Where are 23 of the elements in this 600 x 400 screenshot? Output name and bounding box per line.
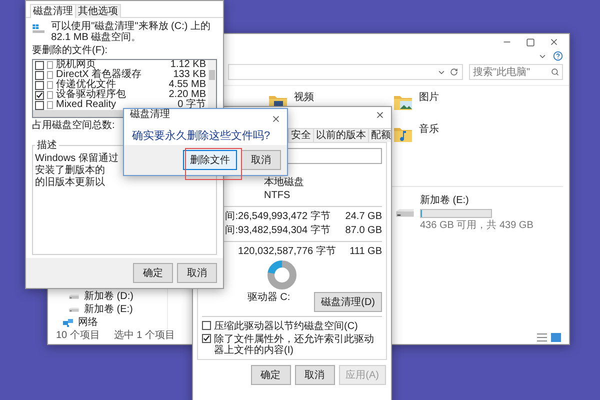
dialog-title: 磁盘清理 <box>130 109 170 121</box>
files-label: 要删除的文件(F): <box>32 45 108 57</box>
description-text: Windows 保留通过 <box>35 153 118 164</box>
dialog-message: 确实要永久删除这些文件吗? <box>132 130 270 142</box>
description-text: 安装了删版本的 <box>35 165 105 176</box>
drive-label: 驱动器 C: <box>247 292 290 304</box>
space-label: 间: <box>225 211 238 223</box>
summary-text: 可以使用"磁盘清理"来释放 (C:) 上的 82.1 MB 磁盘空间。 <box>51 21 212 43</box>
bytes-value: 26,549,993,472 字节 <box>238 211 332 223</box>
type-value: 本地磁盘 <box>264 177 304 189</box>
filesystem-value: NTFS <box>264 190 290 202</box>
bytes-value: 120,032,587,776 字节 <box>238 246 337 258</box>
drive-space-text: 436 GB 可用，共 439 GB <box>420 220 534 232</box>
bytes-value: 93,482,594,304 字节 <box>238 225 332 237</box>
size-value: 111 GB <box>350 246 382 258</box>
status-text: 选中 1 个项目 <box>114 330 176 342</box>
total-label: 占用磁盘空间总数: <box>32 120 115 132</box>
space-label: 间: <box>225 225 238 237</box>
group-title: 描述 <box>36 138 58 152</box>
description-text: 的旧版本更新以 <box>35 177 105 189</box>
status-text: 10 个项目 <box>56 330 100 342</box>
size-value: 87.0 GB <box>345 225 382 237</box>
size-value: 24.7 GB <box>345 211 382 223</box>
